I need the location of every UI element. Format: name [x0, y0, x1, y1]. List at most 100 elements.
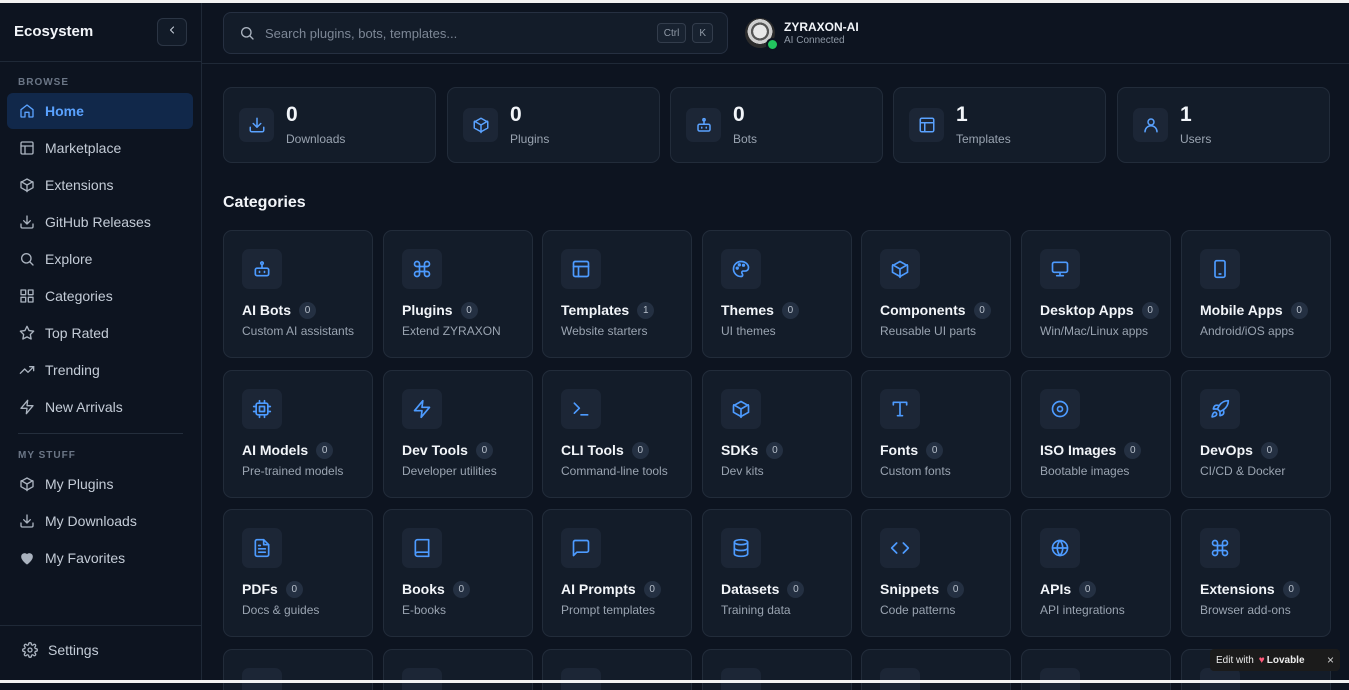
category-card-fonts[interactable]: Fonts 0 Custom fonts: [861, 370, 1011, 498]
category-card-partial[interactable]: [861, 649, 1011, 690]
sidebar-item-label: Explore: [45, 251, 93, 267]
category-description: Prompt templates: [561, 603, 656, 617]
sidebar-divider: [18, 433, 183, 434]
category-name: APIs: [1040, 581, 1072, 597]
sidebar-footer-divider: [0, 625, 201, 626]
category-count-badge: 0: [1141, 302, 1159, 319]
cpu-icon: [242, 389, 282, 429]
my-stuff-section-label: MY STUFF: [18, 450, 76, 461]
category-name: Templates: [561, 302, 630, 318]
category-count-badge: 0: [1290, 302, 1308, 319]
category-description: Custom fonts: [880, 464, 951, 478]
category-count-badge: 0: [475, 442, 493, 459]
kbd-ctrl: Ctrl: [656, 23, 687, 43]
stat-value: 1: [956, 103, 968, 126]
category-count-badge: 0: [452, 581, 470, 598]
category-card-ai-bots[interactable]: AI Bots 0 Custom AI assistants: [223, 230, 373, 358]
monitor-icon: [1040, 249, 1080, 289]
category-card-snippets[interactable]: Snippets 0 Code patterns: [861, 509, 1011, 637]
category-card-devops[interactable]: DevOps 0 CI/CD & Docker: [1181, 370, 1331, 498]
category-card-templates[interactable]: Templates 1 Website starters: [542, 230, 692, 358]
category-name: AI Models: [242, 442, 309, 458]
category-card-pdfs[interactable]: PDFs 0 Docs & guides: [223, 509, 373, 637]
smartphone-icon: [1200, 249, 1240, 289]
category-card-iso-images[interactable]: ISO Images 0 Bootable images: [1021, 370, 1171, 498]
category-card-partial[interactable]: [702, 649, 852, 690]
bot-icon: [686, 108, 721, 142]
category-card-apis[interactable]: APIs 0 API integrations: [1021, 509, 1171, 637]
sidebar-item-explore[interactable]: Explore: [7, 241, 193, 277]
online-status-dot: [766, 38, 779, 51]
category-card-partial[interactable]: [223, 649, 373, 690]
category-card-components[interactable]: Components 0 Reusable UI parts: [861, 230, 1011, 358]
sidebar-item-new-arrivals[interactable]: New Arrivals: [7, 389, 193, 425]
category-card-partial[interactable]: [1021, 649, 1171, 690]
category-card-partial[interactable]: [542, 649, 692, 690]
sidebar-item-categories[interactable]: Categories: [7, 278, 193, 314]
category-description: Reusable UI parts: [880, 324, 977, 338]
sidebar-item-settings[interactable]: Settings: [10, 632, 196, 668]
trending-icon: [18, 361, 36, 379]
category-card-ai-models[interactable]: AI Models 0 Pre-trained models: [223, 370, 373, 498]
sidebar-item-label: Settings: [48, 642, 99, 658]
category-description: Command-line tools: [561, 464, 668, 478]
gear-icon: [21, 641, 39, 659]
stat-card-bots: 0 Bots: [670, 87, 883, 163]
header-divider: [202, 63, 1349, 64]
user-name: ZYRAXON-AI: [784, 20, 859, 34]
stat-label: Downloads: [286, 132, 346, 146]
category-name: SDKs: [721, 442, 759, 458]
sidebar: Ecosystem BROWSE Home Marketplace Extens…: [0, 3, 202, 680]
category-description: E-books: [402, 603, 447, 617]
category-count-badge: 0: [766, 442, 784, 459]
category-card-plugins[interactable]: Plugins 0 Extend ZYRAXON: [383, 230, 533, 358]
sidebar-item-label: Categories: [45, 288, 113, 304]
sidebar-item-my-favorites[interactable]: My Favorites: [7, 540, 193, 576]
browse-section-label: BROWSE: [18, 77, 69, 88]
category-description: Win/Mac/Linux apps: [1040, 324, 1149, 338]
category-count-badge: 0: [631, 442, 649, 459]
collapse-sidebar-button[interactable]: [157, 18, 187, 46]
category-card-sdks[interactable]: SDKs 0 Dev kits: [702, 370, 852, 498]
category-count-badge: 0: [1124, 442, 1142, 459]
category-card-datasets[interactable]: Datasets 0 Training data: [702, 509, 852, 637]
category-count-badge: 0: [947, 581, 965, 598]
category-count-badge: 0: [1282, 581, 1300, 598]
category-card-desktop-apps[interactable]: Desktop Apps 0 Win/Mac/Linux apps: [1021, 230, 1171, 358]
edit-with-lovable-badge[interactable]: Edit with ♥ Lovable ×: [1210, 649, 1340, 671]
stat-label: Plugins: [510, 132, 550, 146]
category-card-dev-tools[interactable]: Dev Tools 0 Developer utilities: [383, 370, 533, 498]
sidebar-item-my-plugins[interactable]: My Plugins: [7, 466, 193, 502]
category-count-badge: 0: [1079, 581, 1097, 598]
category-card-cli-tools[interactable]: CLI Tools 0 Command-line tools: [542, 370, 692, 498]
category-count-badge: 0: [460, 302, 478, 319]
sidebar-item-trending[interactable]: Trending: [7, 352, 193, 388]
category-card-books[interactable]: Books 0 E-books: [383, 509, 533, 637]
category-card-ai-prompts[interactable]: AI Prompts 0 Prompt templates: [542, 509, 692, 637]
download-icon: [18, 512, 36, 530]
grid-icon: [18, 287, 36, 305]
sidebar-item-marketplace[interactable]: Marketplace: [7, 130, 193, 166]
sidebar-item-my-downloads[interactable]: My Downloads: [7, 503, 193, 539]
user-icon: [1133, 108, 1168, 142]
sidebar-item-extensions[interactable]: Extensions: [7, 167, 193, 203]
sidebar-item-label: Marketplace: [45, 140, 122, 156]
search-input[interactable]: [263, 24, 657, 42]
book-icon: [402, 528, 442, 568]
category-card-partial[interactable]: [383, 649, 533, 690]
stat-label: Templates: [956, 132, 1011, 146]
search-bar[interactable]: Ctrl K: [223, 12, 728, 54]
close-icon[interactable]: ×: [1327, 653, 1334, 667]
search-icon: [239, 25, 255, 41]
category-card-themes[interactable]: Themes 0 UI themes: [702, 230, 852, 358]
category-name: CLI Tools: [561, 442, 624, 458]
sidebar-item-github-releases[interactable]: GitHub Releases: [7, 204, 193, 240]
category-description: Training data: [721, 603, 791, 617]
category-card-extensions[interactable]: Extensions 0 Browser add-ons: [1181, 509, 1331, 637]
sidebar-item-top-rated[interactable]: Top Rated: [7, 315, 193, 351]
category-description: Extend ZYRAXON: [402, 324, 501, 338]
sidebar-item-label: New Arrivals: [45, 399, 123, 415]
sidebar-item-label: Home: [45, 103, 84, 119]
sidebar-item-home[interactable]: Home: [7, 93, 193, 129]
category-card-mobile-apps[interactable]: Mobile Apps 0 Android/iOS apps: [1181, 230, 1331, 358]
